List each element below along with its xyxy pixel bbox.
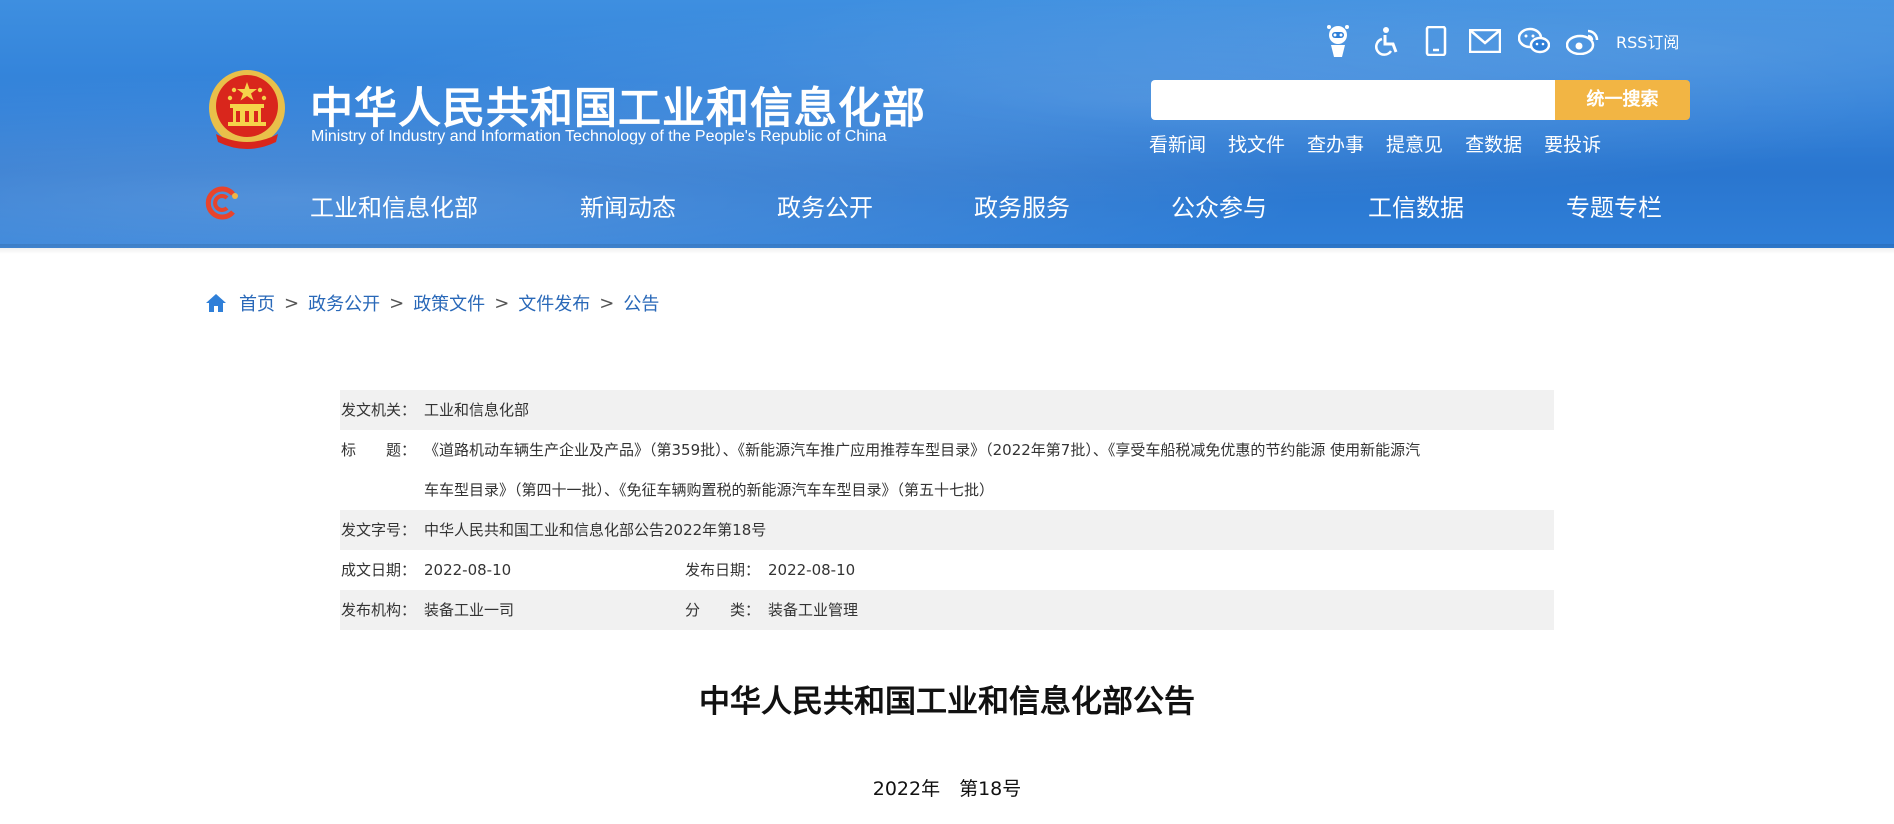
robot-icon[interactable] xyxy=(1320,23,1356,59)
nav-item-government-services[interactable]: 政务服务 xyxy=(974,188,1070,223)
title-value-line1: 《道路机动车辆生产企业及产品》（第359批）、《新能源汽车推广应用推荐车型目录》… xyxy=(424,441,1421,459)
breadcrumb-government-affairs[interactable]: 政务公开 xyxy=(308,290,380,316)
search-button[interactable]: 统一搜索 xyxy=(1555,80,1690,120)
quick-link-news[interactable]: 看新闻 xyxy=(1149,130,1206,157)
header-shadow xyxy=(0,244,1894,254)
wechat-icon[interactable] xyxy=(1516,23,1552,59)
weibo-icon[interactable] xyxy=(1565,23,1601,59)
quick-link-services[interactable]: 查办事 xyxy=(1307,130,1364,157)
accessibility-icon[interactable] xyxy=(1369,23,1405,59)
nav-item-public-participation[interactable]: 公众参与 xyxy=(1171,188,1267,223)
meta-row-publisher: 发布机构： 装备工业一司 分 类： 装备工业管理 xyxy=(340,590,1554,630)
breadcrumb: 首页 > 政务公开 > 政策文件 > 文件发布 > 公告 xyxy=(205,290,659,316)
quick-link-data[interactable]: 查数据 xyxy=(1465,130,1522,157)
quick-link-complaint[interactable]: 要投诉 xyxy=(1544,130,1601,157)
nav-item-data[interactable]: 工信数据 xyxy=(1368,188,1464,223)
breadcrumb-separator: > xyxy=(389,292,405,314)
rss-subscribe-link[interactable]: RSS订阅 xyxy=(1616,29,1679,53)
category-value: 装备工业管理 xyxy=(768,601,859,619)
mobile-icon[interactable] xyxy=(1418,23,1454,59)
breadcrumb-home[interactable]: 首页 xyxy=(239,290,275,316)
breadcrumb-file-release[interactable]: 文件发布 xyxy=(518,290,590,316)
breadcrumb-separator: > xyxy=(284,292,300,314)
search-input[interactable] xyxy=(1151,80,1555,120)
home-icon[interactable] xyxy=(205,292,227,314)
document-metadata-table: 发文机关： 工业和信息化部 标 题： 《道路机动车辆生产企业及产品》（第359批… xyxy=(340,390,1554,630)
site-header: 中华人民共和国工业和信息化部 Ministry of Industry and … xyxy=(0,0,1894,248)
site-subtitle: Ministry of Industry and Information Tec… xyxy=(311,128,887,145)
document-number: 2022年 第18号 xyxy=(872,778,1022,800)
publish-date-value: 2022-08-10 xyxy=(768,561,856,579)
nav-item-ministry[interactable]: 工业和信息化部 xyxy=(310,188,478,223)
doc-number-value: 中华人民共和国工业和信息化部公告2022年第18号 xyxy=(424,521,767,539)
top-icon-bar: RSS订阅 xyxy=(1320,22,1679,60)
breadcrumb-separator: > xyxy=(599,292,615,314)
nav-home-icon[interactable] xyxy=(203,186,239,220)
nav-item-government-affairs[interactable]: 政务公开 xyxy=(777,188,873,223)
national-emblem-logo[interactable] xyxy=(206,68,288,156)
written-date-value: 2022-08-10 xyxy=(424,561,512,579)
meta-row-title: 标 题： 《道路机动车辆生产企业及产品》（第359批）、《新能源汽车推广应用推荐… xyxy=(340,430,1554,510)
quick-link-files[interactable]: 找文件 xyxy=(1228,130,1285,157)
issuer-label: 发文机关： xyxy=(341,401,417,419)
breadcrumb-policy-documents[interactable]: 政策文件 xyxy=(413,290,485,316)
mail-icon[interactable] xyxy=(1467,23,1503,59)
site-title[interactable]: 中华人民共和国工业和信息化部 xyxy=(310,74,926,136)
main-nav: 工业和信息化部 新闻动态 政务公开 政务服务 公众参与 工信数据 专题专栏 xyxy=(280,188,1700,224)
meta-row-issuer: 发文机关： 工业和信息化部 xyxy=(340,390,1554,430)
title-value-line2: 车车型目录》（第四十一批）、《免征车辆购置税的新能源汽车车型目录》（第五十七批） xyxy=(424,481,995,499)
written-date-label: 成文日期： xyxy=(341,561,417,579)
document-heading: 中华人民共和国工业和信息化部公告 xyxy=(699,684,1195,720)
quick-links: 看新闻 找文件 查办事 提意见 查数据 要投诉 xyxy=(1149,130,1623,157)
nav-item-news[interactable]: 新闻动态 xyxy=(580,188,676,223)
category-label: 分 类： xyxy=(685,601,761,619)
meta-row-dates: 成文日期： 2022-08-10 发布日期： 2022-08-10 xyxy=(340,550,1554,590)
quick-link-feedback[interactable]: 提意见 xyxy=(1386,130,1443,157)
title-label: 标 题： xyxy=(341,441,417,459)
breadcrumb-separator: > xyxy=(494,292,510,314)
publisher-value: 装备工业一司 xyxy=(424,601,515,619)
publish-date-label: 发布日期： xyxy=(685,561,761,579)
meta-row-doc-number: 发文字号： 中华人民共和国工业和信息化部公告2022年第18号 xyxy=(340,510,1554,550)
doc-number-label: 发文字号： xyxy=(341,521,417,539)
nav-item-special-topics[interactable]: 专题专栏 xyxy=(1566,188,1662,223)
publisher-label: 发布机构： xyxy=(341,601,417,619)
breadcrumb-announcement[interactable]: 公告 xyxy=(623,290,659,316)
issuer-value: 工业和信息化部 xyxy=(424,401,530,419)
